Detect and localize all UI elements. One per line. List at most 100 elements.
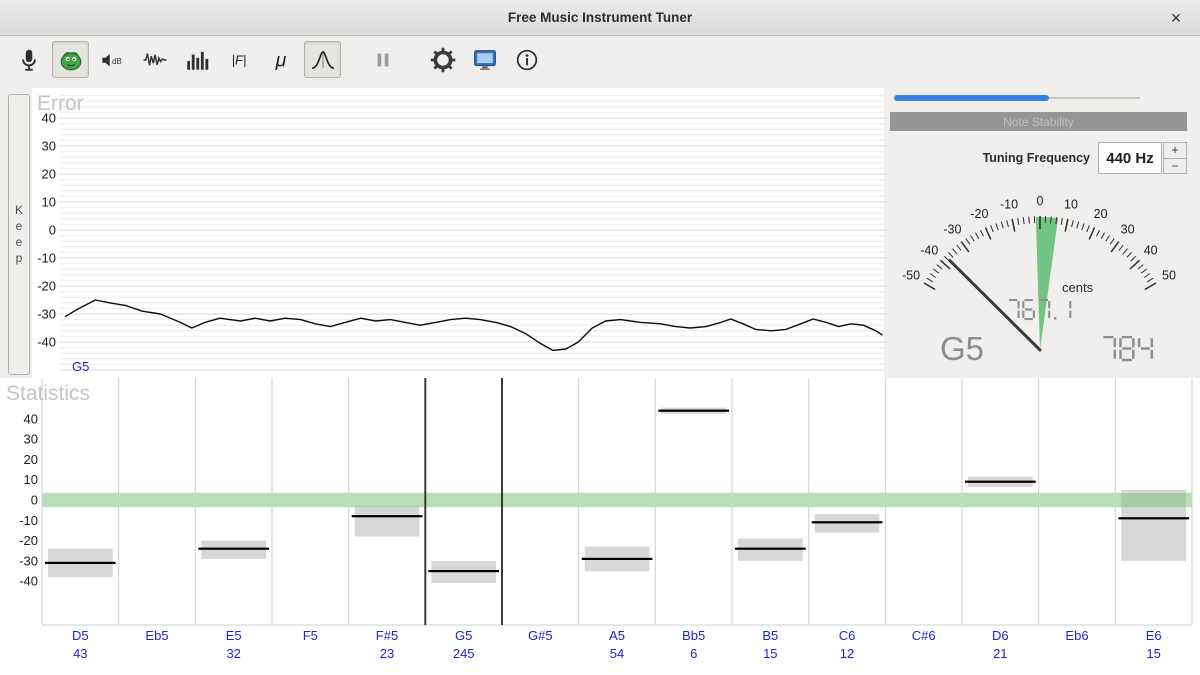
svg-text:40: 40 <box>24 411 38 426</box>
svg-text:12: 12 <box>840 646 854 661</box>
keep-button[interactable]: Keep <box>8 94 30 375</box>
svg-text:F#5: F#5 <box>376 628 398 643</box>
close-button[interactable]: × <box>1164 6 1188 30</box>
svg-text:0: 0 <box>1037 194 1044 208</box>
microtonal-view-button[interactable]: μ <box>262 41 299 78</box>
microphone-capture-button[interactable] <box>10 41 47 78</box>
cents-gauge: -50-40-30-20-1001020304050 <box>888 186 1192 356</box>
svg-text:43: 43 <box>73 646 87 661</box>
svg-text:-10: -10 <box>37 251 56 266</box>
svg-text:54: 54 <box>610 646 624 661</box>
settings-button[interactable] <box>424 41 461 78</box>
svg-text:G5: G5 <box>455 628 472 643</box>
tuning-increase-button[interactable]: + <box>1163 142 1187 158</box>
svg-text:30: 30 <box>1121 223 1135 237</box>
svg-text:10: 10 <box>24 472 38 487</box>
level-progressbar <box>894 95 1140 101</box>
svg-text:-20: -20 <box>970 207 988 221</box>
svg-text:20: 20 <box>1094 207 1108 221</box>
svg-text:32: 32 <box>226 646 240 661</box>
fmit-logo-icon <box>58 47 84 73</box>
svg-text:15: 15 <box>763 646 777 661</box>
statistics-view-button[interactable] <box>304 41 341 78</box>
about-button[interactable] <box>508 41 545 78</box>
note-stability-label: Note Stability <box>1003 115 1074 129</box>
svg-text:E5: E5 <box>226 628 242 643</box>
progressbar-fill <box>894 95 1049 101</box>
note-statistics-chart: D543Eb5E532F5F#523G5245G#5A554Bb56B515C6… <box>0 378 1200 675</box>
window-title: Free Music Instrument Tuner <box>508 10 692 25</box>
svg-text:-40: -40 <box>37 335 56 350</box>
svg-text:21: 21 <box>993 646 1007 661</box>
svg-text:G5: G5 <box>72 359 89 374</box>
spectrum-icon <box>184 47 210 73</box>
svg-text:D6: D6 <box>992 628 1009 643</box>
svg-text:15: 15 <box>1146 646 1160 661</box>
waveform-view-button[interactable] <box>136 41 173 78</box>
svg-text:F5: F5 <box>303 628 318 643</box>
volume-db-icon: dB <box>100 47 126 73</box>
waveform-icon <box>142 47 168 73</box>
svg-text:40: 40 <box>42 111 56 126</box>
svg-text:-30: -30 <box>943 223 961 237</box>
detected-note-readout: G5 <box>940 330 984 368</box>
tuner-toggle-button[interactable] <box>52 41 89 78</box>
svg-text:0: 0 <box>49 223 56 238</box>
keep-button-label: Keep <box>12 203 26 267</box>
svg-text:C#6: C#6 <box>912 628 936 643</box>
svg-text:-10: -10 <box>1000 197 1018 211</box>
mu-icon: μ <box>268 47 294 73</box>
svg-text:-50: -50 <box>902 269 920 283</box>
display-icon <box>472 47 498 73</box>
svg-text:20: 20 <box>24 452 38 467</box>
svg-text:30: 30 <box>24 432 38 447</box>
svg-text:20: 20 <box>42 167 56 182</box>
svg-text:Eb6: Eb6 <box>1065 628 1088 643</box>
pause-button[interactable] <box>364 41 401 78</box>
svg-text:30: 30 <box>42 139 56 154</box>
tuning-frequency-input[interactable]: 440 Hz <box>1098 142 1162 174</box>
svg-text:-20: -20 <box>37 279 56 294</box>
volume-view-button[interactable]: dB <box>94 41 131 78</box>
svg-text:10: 10 <box>1064 197 1078 211</box>
svg-text:-30: -30 <box>37 307 56 322</box>
note-stability-bar: Note Stability <box>890 112 1187 131</box>
svg-text:6: 6 <box>690 646 697 661</box>
svg-text:dB: dB <box>112 57 122 66</box>
svg-text:10: 10 <box>42 195 56 210</box>
svg-text:C6: C6 <box>839 628 856 643</box>
svg-text:B5: B5 <box>762 628 778 643</box>
svg-text:-30: -30 <box>19 553 38 568</box>
svg-text:0: 0 <box>31 493 38 508</box>
svg-text:-20: -20 <box>19 533 38 548</box>
svg-text:|F|: |F| <box>231 52 246 67</box>
tuning-decrease-button[interactable]: − <box>1163 158 1187 175</box>
microphone-icon <box>16 47 42 73</box>
svg-text:G#5: G#5 <box>528 628 553 643</box>
tuning-frequency-label: Tuning Frequency <box>905 151 1090 165</box>
tuning-frequency-stepper: + − <box>1163 142 1187 174</box>
svg-text:23: 23 <box>380 646 394 661</box>
toolbar: dB |F| μ <box>0 37 1200 82</box>
peak-icon <box>310 47 336 73</box>
titlebar: Free Music Instrument Tuner × <box>0 0 1200 36</box>
svg-text:-40: -40 <box>19 574 38 589</box>
fourier-view-button[interactable]: |F| <box>220 41 257 78</box>
display-settings-button[interactable] <box>466 41 503 78</box>
pause-icon <box>370 47 396 73</box>
measured-frequency-lcd <box>1006 299 1086 323</box>
app-window: { "window": {"title": "Free Music Instru… <box>0 0 1200 675</box>
info-icon <box>514 47 540 73</box>
svg-text:μ: μ <box>274 49 286 71</box>
svg-text:245: 245 <box>453 646 475 661</box>
fourier-icon: |F| <box>226 47 252 73</box>
svg-text:40: 40 <box>1144 243 1158 257</box>
svg-text:Eb5: Eb5 <box>145 628 168 643</box>
svg-text:-40: -40 <box>920 243 938 257</box>
svg-text:Bb5: Bb5 <box>682 628 705 643</box>
svg-text:-10: -10 <box>19 513 38 528</box>
cents-unit-label: cents <box>1062 280 1093 295</box>
error-history-chart: 40 30 20 10 0 -10 -20 -30 -40 G5 <box>32 88 884 378</box>
target-frequency-lcd <box>1100 336 1164 364</box>
spectrum-view-button[interactable] <box>178 41 215 78</box>
